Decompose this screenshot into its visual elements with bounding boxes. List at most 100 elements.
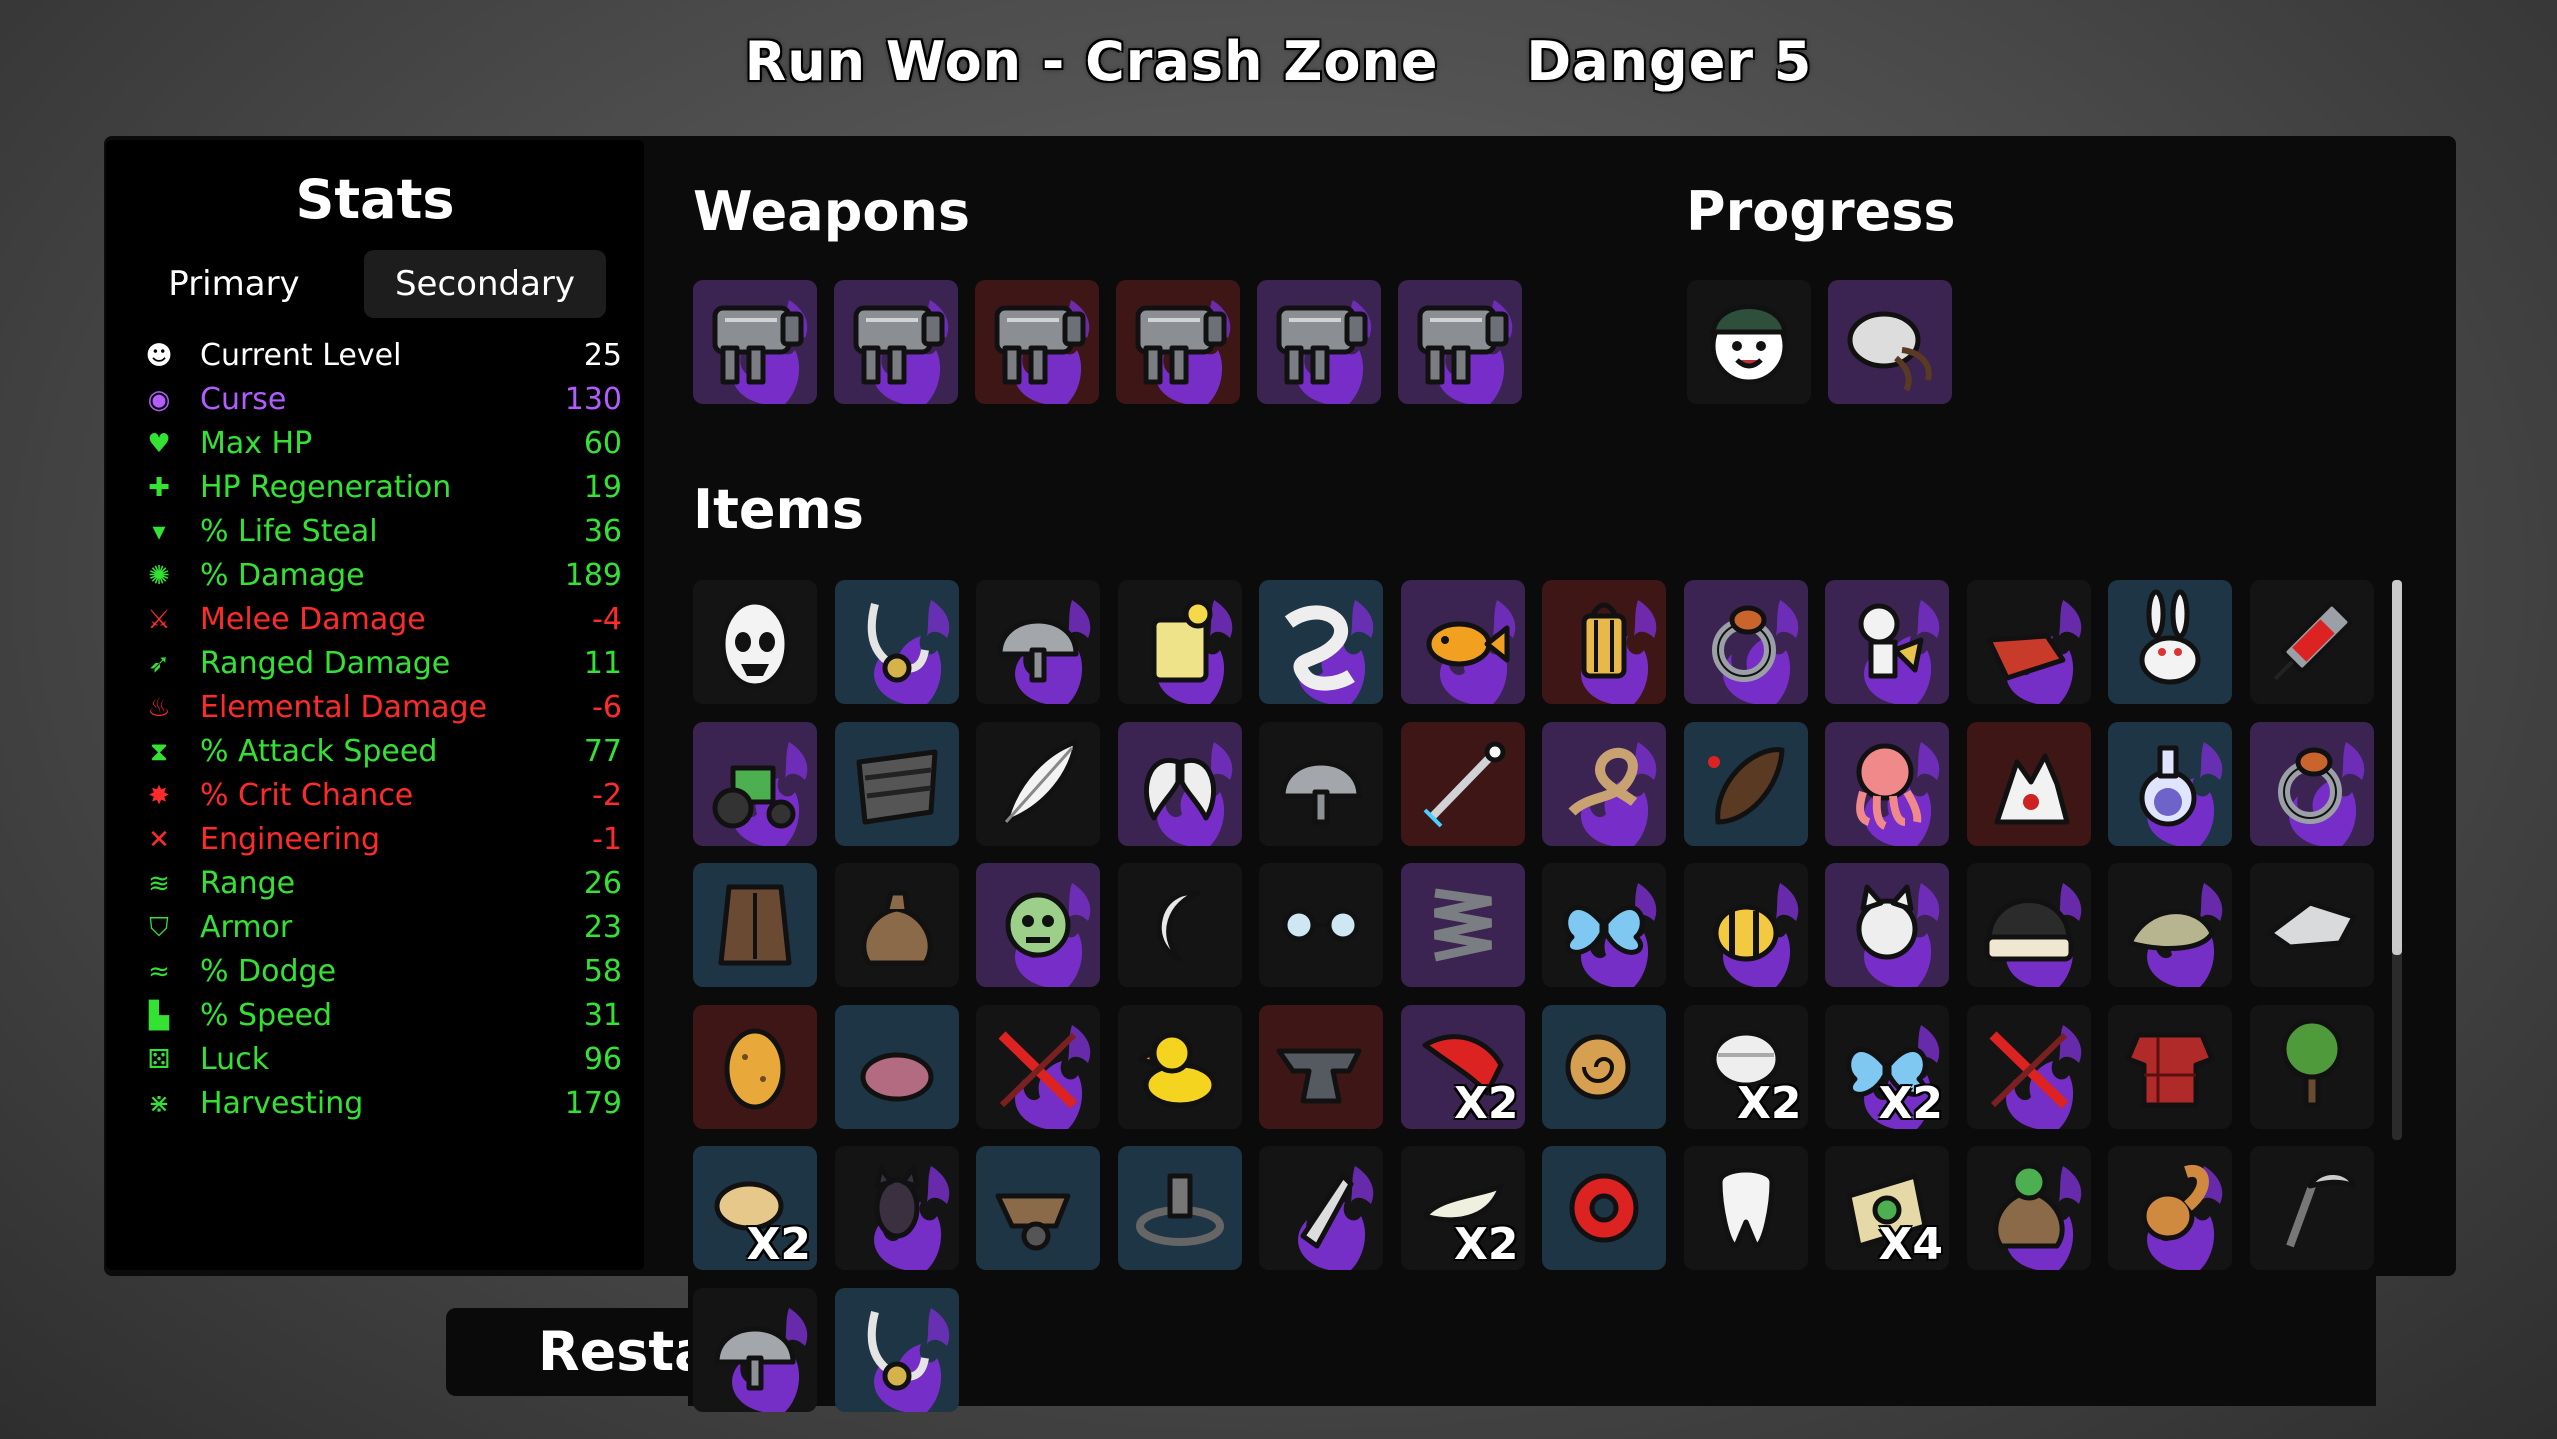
- slot-bag[interactable]: [834, 863, 959, 987]
- slot-butterfly[interactable]: [1542, 863, 1666, 987]
- item-count-badge: X2: [1878, 1077, 1943, 1129]
- stat-label: Melee Damage: [200, 602, 426, 637]
- slot-bat[interactable]: [834, 1146, 959, 1270]
- slot-helmet[interactable]: [693, 1287, 817, 1412]
- slot-scythe[interactable]: [2249, 1146, 2374, 1270]
- slot-wheelbarrow[interactable]: [976, 1146, 1100, 1270]
- slot-snail[interactable]: [1542, 1004, 1666, 1129]
- slot-lantern[interactable]: [1542, 580, 1666, 704]
- slot-alien-map[interactable]: X4: [1825, 1146, 1949, 1270]
- slot-alien-egg[interactable]: [693, 580, 817, 704]
- slot-duck[interactable]: [1117, 1004, 1242, 1129]
- slot-fishing-hook[interactable]: [834, 1287, 959, 1412]
- scrollbar-thumb[interactable]: [2392, 580, 2402, 955]
- slot-tractor[interactable]: [693, 721, 817, 846]
- slot-potion[interactable]: [2108, 721, 2232, 846]
- items-scrollbar[interactable]: [2392, 580, 2402, 1140]
- stat-row-range[interactable]: ≋ Range 26: [142, 864, 622, 904]
- slot-wings[interactable]: [1117, 721, 1242, 846]
- slot-hook-necklace[interactable]: [834, 580, 959, 704]
- slot-spring[interactable]: [1400, 863, 1525, 987]
- tab-secondary[interactable]: Secondary: [364, 250, 606, 318]
- stat-row-crit-chance[interactable]: ✸ % Crit Chance -2: [142, 776, 622, 816]
- slot-glasses[interactable]: [1259, 863, 1383, 987]
- slot-lizard[interactable]: X2: [1400, 1146, 1525, 1270]
- slot-minigun[interactable]: [975, 280, 1099, 404]
- stat-row-elemental-damage[interactable]: ♨ Elemental Damage -6: [142, 688, 622, 728]
- slot-goldfish[interactable]: [1400, 580, 1525, 704]
- stat-row-ranged-damage[interactable]: ➶ Ranged Damage 11: [142, 644, 622, 684]
- slot-minigun[interactable]: [1257, 280, 1381, 404]
- slot-minigun[interactable]: [1398, 280, 1522, 404]
- stat-label: HP Regeneration: [200, 470, 452, 505]
- slot-steel-helmet[interactable]: [1259, 721, 1383, 846]
- slot-whistle[interactable]: [1966, 580, 2091, 704]
- slot-crescent[interactable]: [1117, 863, 1242, 987]
- slot-rope[interactable]: [1542, 721, 1666, 846]
- slot-plaid-shirt[interactable]: [2108, 1004, 2232, 1129]
- slot-claw[interactable]: [1966, 721, 2091, 846]
- slot-seed-sack[interactable]: [1966, 1146, 2091, 1270]
- slot-helmet[interactable]: [976, 580, 1100, 704]
- slot-slug[interactable]: [2108, 863, 2232, 987]
- slot-lemonade[interactable]: [1117, 580, 1242, 704]
- slot-bandana[interactable]: X2: [1400, 1004, 1525, 1129]
- stat-row-armor[interactable]: ⛉ Armor 23: [142, 908, 622, 948]
- slot-tree[interactable]: [2249, 1004, 2374, 1129]
- slot-rocket[interactable]: [1259, 1146, 1383, 1270]
- stat-row-curse[interactable]: ◉ Curse 130: [142, 380, 622, 420]
- stat-row-life-steal[interactable]: ▾ % Life Steal 36: [142, 512, 622, 552]
- slot-cookie-crumbs[interactable]: X2: [693, 1146, 817, 1270]
- slot-cross-slash[interactable]: [1966, 1004, 2091, 1129]
- slot-hermit-shell[interactable]: [1828, 280, 1952, 404]
- slot-anvil[interactable]: [1259, 1004, 1383, 1129]
- slot-monster-ring[interactable]: [2249, 721, 2374, 846]
- stat-row-damage[interactable]: ✺ % Damage 189: [142, 556, 622, 596]
- stat-row-harvesting[interactable]: ⋇ Harvesting 179: [142, 1084, 622, 1124]
- slot-leech[interactable]: [1683, 721, 1808, 846]
- slot-cross-slash[interactable]: [976, 1004, 1100, 1129]
- slot-worm[interactable]: [1259, 580, 1383, 704]
- slot-blue-butterfly[interactable]: X2: [1825, 1004, 1949, 1129]
- slot-squirrel[interactable]: [2108, 1146, 2232, 1270]
- slot-potato[interactable]: [693, 1004, 817, 1129]
- wrench-icon: ✕: [148, 825, 170, 855]
- slot-minigun[interactable]: [1116, 280, 1240, 404]
- slot-zombie[interactable]: [976, 863, 1100, 987]
- slot-character-face[interactable]: [1687, 280, 1811, 404]
- stat-row-speed[interactable]: ▙ % Speed 31: [142, 996, 622, 1036]
- boot-icon: ▙: [149, 1001, 169, 1031]
- tab-primary[interactable]: Primary: [154, 250, 314, 318]
- stat-row-attack-speed[interactable]: ⧗ % Attack Speed 77: [142, 732, 622, 772]
- slot-minigun[interactable]: [693, 280, 817, 404]
- slot-minigun[interactable]: [834, 280, 958, 404]
- slot-bandaged-fist[interactable]: X2: [1683, 1004, 1808, 1129]
- slot-skeleton[interactable]: [1825, 580, 1949, 704]
- slot-cat[interactable]: [1825, 863, 1949, 987]
- slot-syringe[interactable]: [2249, 580, 2374, 704]
- slot-rabbit[interactable]: [2108, 580, 2232, 704]
- slot-wand[interactable]: [1400, 721, 1525, 846]
- stat-row-melee-damage[interactable]: ⚔ Melee Damage -4: [142, 600, 622, 640]
- slot-scarf[interactable]: [834, 721, 959, 846]
- stat-row-hp-regeneration[interactable]: ✚ HP Regeneration 19: [142, 468, 622, 508]
- slot-octopus[interactable]: [1825, 721, 1949, 846]
- stat-row-level[interactable]: ☻ Current Level 25: [142, 336, 622, 376]
- items-title: Items: [693, 478, 864, 541]
- stat-row-dodge[interactable]: ≈ % Dodge 58: [142, 952, 622, 992]
- slot-feather[interactable]: [976, 721, 1100, 846]
- stat-row-engineering[interactable]: ✕ Engineering -1: [142, 820, 622, 860]
- slot-ring[interactable]: [1683, 580, 1808, 704]
- slot-stone-circle[interactable]: [1117, 1146, 1242, 1270]
- slot-tape-roll[interactable]: [1542, 1146, 1666, 1270]
- stat-value: 31: [583, 998, 622, 1033]
- slot-robot-claw[interactable]: [2249, 863, 2374, 987]
- slot-beanie[interactable]: [1966, 863, 2091, 987]
- slot-armor-vest[interactable]: [693, 863, 817, 987]
- stat-row-max-hp[interactable]: ♥ Max HP 60: [142, 424, 622, 464]
- stat-row-luck[interactable]: ⚄ Luck 96: [142, 1040, 622, 1080]
- stat-label: Max HP: [200, 426, 313, 461]
- slot-bee[interactable]: [1683, 863, 1808, 987]
- slot-mole[interactable]: [834, 1004, 959, 1129]
- slot-tooth[interactable]: [1683, 1146, 1808, 1270]
